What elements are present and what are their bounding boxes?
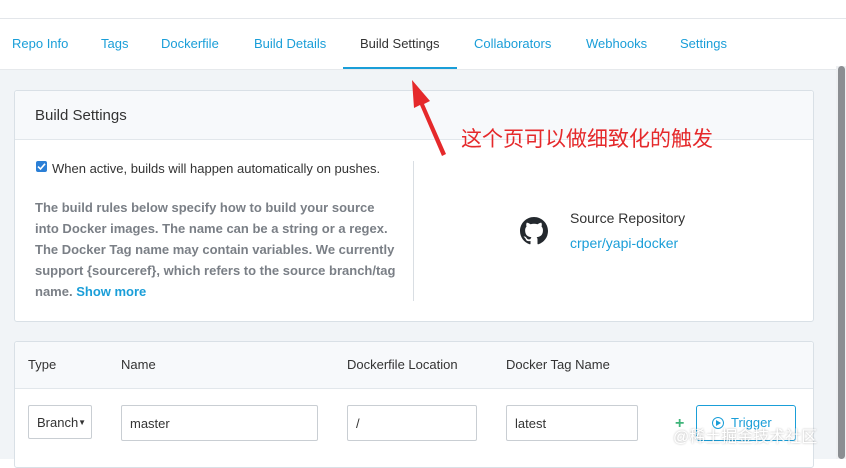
tab-settings[interactable]: Settings xyxy=(680,36,727,51)
autobuild-description: When active, builds will happen automati… xyxy=(52,161,381,176)
tab-tags[interactable]: Tags xyxy=(101,36,128,51)
docker-tag-input[interactable] xyxy=(506,405,638,441)
rules-table-header: Type Name Dockerfile Location Docker Tag… xyxy=(15,342,813,389)
column-name: Name xyxy=(121,357,156,372)
tab-repo-info[interactable]: Repo Info xyxy=(12,36,68,51)
annotation-arrow xyxy=(412,80,446,156)
source-repository-label: Source Repository xyxy=(570,210,686,226)
scrollbar-thumb[interactable] xyxy=(838,66,845,459)
github-icon xyxy=(520,217,548,245)
build-rules-description: The build rules below specify how to bui… xyxy=(35,197,400,302)
repo-tab-bar: Repo Info Tags Dockerfile Build Details … xyxy=(0,19,846,70)
caret-down-icon: ▼ xyxy=(78,418,86,427)
show-more-link[interactable]: Show more xyxy=(76,284,146,299)
active-tab-indicator xyxy=(343,67,457,69)
annotation-text: 这个页可以做细致化的触发 xyxy=(461,128,713,151)
column-docker-tag-name: Docker Tag Name xyxy=(506,357,610,372)
card-title: Build Settings xyxy=(35,107,127,124)
dockerfile-location-input[interactable] xyxy=(347,405,477,441)
source-type-value: Branch xyxy=(37,415,79,430)
tab-dockerfile[interactable]: Dockerfile xyxy=(161,36,219,51)
source-name-input[interactable] xyxy=(121,405,318,441)
tab-build-settings[interactable]: Build Settings xyxy=(360,36,440,51)
source-repository-link[interactable]: crper/yapi-docker xyxy=(570,235,678,251)
column-type: Type xyxy=(28,357,57,372)
top-band xyxy=(0,0,846,19)
column-dockerfile-location: Dockerfile Location xyxy=(347,357,458,372)
tab-webhooks[interactable]: Webhooks xyxy=(586,36,647,51)
tab-collaborators[interactable]: Collaborators xyxy=(474,36,551,51)
tab-build-details[interactable]: Build Details xyxy=(254,36,326,51)
build-rules-card: Type Name Dockerfile Location Docker Tag… xyxy=(14,341,814,468)
source-type-select[interactable]: Branch ▼ xyxy=(28,405,92,439)
watermark-text: @稀土掘金技术社区 xyxy=(673,429,818,446)
vertical-divider xyxy=(413,161,414,301)
